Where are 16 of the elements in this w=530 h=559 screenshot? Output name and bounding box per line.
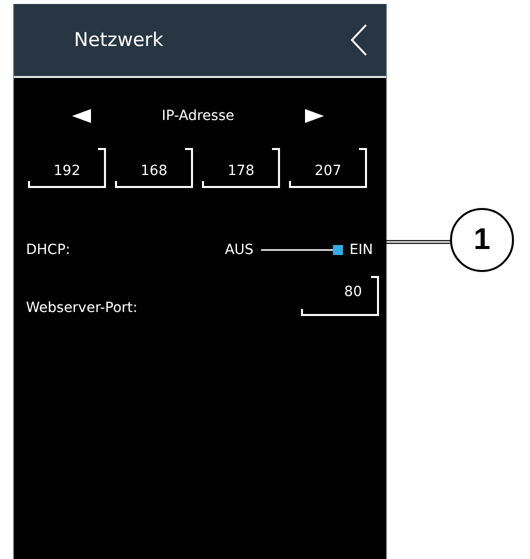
back-icon[interactable] — [350, 24, 368, 56]
dhcp-label: DHCP: — [26, 242, 70, 258]
next-arrow-icon[interactable] — [305, 109, 324, 123]
ip-octet-field[interactable]: 192 — [27, 148, 107, 188]
off-label: AUS — [224, 242, 254, 258]
ip-octet-field[interactable]: 168 — [114, 148, 194, 188]
screen-title: Netzwerk — [74, 29, 164, 51]
port-label: Webserver-Port: — [26, 300, 138, 316]
port-field[interactable]: 80 — [300, 276, 380, 316]
callout-number: 1 — [450, 208, 514, 272]
selector-label: IP-Adresse — [162, 108, 234, 124]
dhcp-switch[interactable] — [260, 245, 343, 255]
ip-octet-field[interactable]: 178 — [201, 148, 281, 188]
ip-octet-field[interactable]: 207 — [288, 148, 368, 188]
on-label: EIN — [350, 242, 373, 258]
previous-arrow-icon[interactable] — [72, 109, 91, 123]
